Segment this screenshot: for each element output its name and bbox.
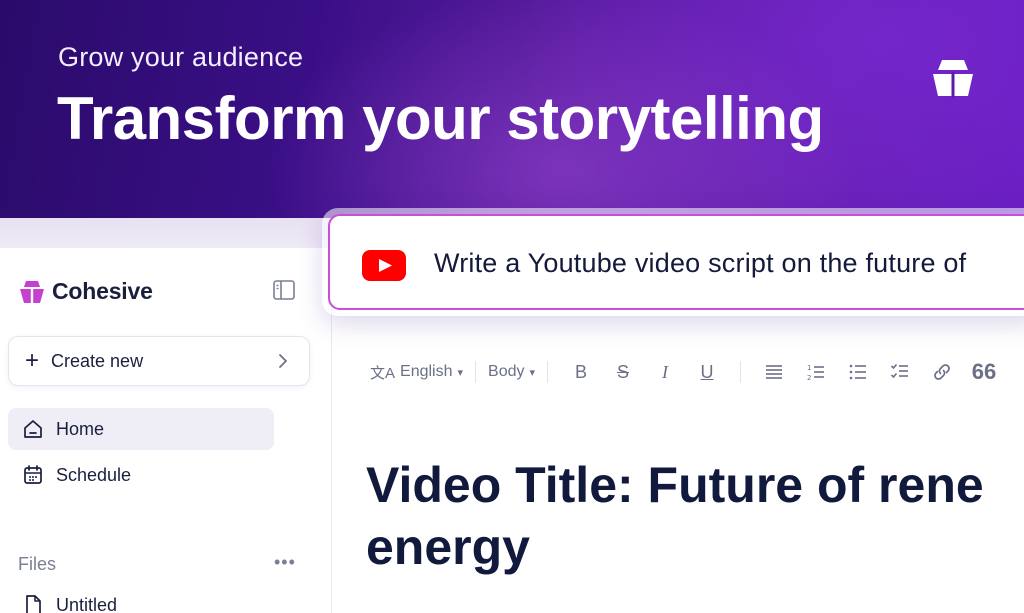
bold-icon[interactable]: B (571, 362, 591, 382)
sidebar-toggle-icon[interactable] (272, 279, 296, 301)
prompt-bar[interactable]: Write a Youtube video script on the futu… (322, 208, 1024, 316)
prompt-input[interactable]: Write a Youtube video script on the futu… (328, 214, 1024, 310)
youtube-icon (362, 250, 406, 281)
language-select[interactable]: 文A English ▾ (370, 362, 463, 383)
ship-logo-icon (933, 60, 973, 98)
strikethrough-icon[interactable]: S (613, 362, 633, 382)
create-new-button[interactable]: + Create new (8, 336, 310, 386)
home-icon (24, 420, 42, 438)
format-toolbar: 文A English ▾ Body ▾ B S I U 12 66 (370, 358, 1005, 386)
hero-title: Transform your storytelling (57, 85, 824, 152)
cohesive-logo-icon (20, 280, 44, 304)
bullet-list-icon[interactable] (848, 362, 868, 382)
checklist-icon[interactable] (890, 362, 910, 382)
italic-icon[interactable]: I (655, 362, 675, 382)
plus-icon: + (25, 347, 40, 374)
sidebar-item-schedule[interactable]: Schedule (8, 454, 274, 496)
quote-icon[interactable]: 66 (972, 359, 996, 384)
calendar-icon (24, 465, 42, 484)
underline-icon[interactable]: U (697, 362, 717, 382)
sidebar-item-label: Schedule (56, 464, 132, 485)
file-icon (26, 595, 41, 613)
align-icon[interactable] (764, 362, 784, 382)
hero-subtitle: Grow your audience (58, 42, 304, 72)
document-title-line: Video Title: Future of rene (366, 457, 984, 513)
chevron-down-icon: ▾ (457, 366, 464, 379)
sidebar-item-label: Home (56, 418, 105, 439)
svg-text:1: 1 (807, 364, 811, 372)
language-label: English (400, 363, 453, 380)
link-icon[interactable] (932, 362, 952, 382)
create-new-label: Create new (51, 350, 144, 371)
toolbar-divider (547, 361, 549, 383)
brand-name: Cohesive (52, 278, 153, 304)
file-item-untitled[interactable]: Untitled (8, 584, 274, 613)
toolbar-divider (475, 361, 477, 383)
more-icon[interactable]: ••• (274, 552, 296, 573)
chevron-right-icon (279, 354, 287, 368)
sidebar-item-home[interactable]: Home (8, 408, 274, 450)
sidebar: Cohesive + Create new Home Schedule File… (0, 248, 332, 613)
text-style-select[interactable]: Body ▾ (488, 363, 535, 381)
file-item-label: Untitled (56, 594, 118, 613)
translate-icon: 文A (370, 364, 396, 382)
ordered-list-icon[interactable]: 12 (806, 362, 826, 382)
document-title-line: energy (366, 519, 530, 575)
document-title[interactable]: Video Title: Future of rene energy (366, 454, 1024, 578)
prompt-text: Write a Youtube video script on the futu… (434, 248, 967, 278)
text-style-label: Body (488, 363, 525, 380)
svg-text:2: 2 (807, 374, 811, 382)
files-heading: Files (18, 554, 57, 574)
brand[interactable]: Cohesive (18, 278, 153, 305)
chevron-down-icon: ▾ (529, 366, 536, 379)
toolbar-divider (740, 361, 742, 383)
